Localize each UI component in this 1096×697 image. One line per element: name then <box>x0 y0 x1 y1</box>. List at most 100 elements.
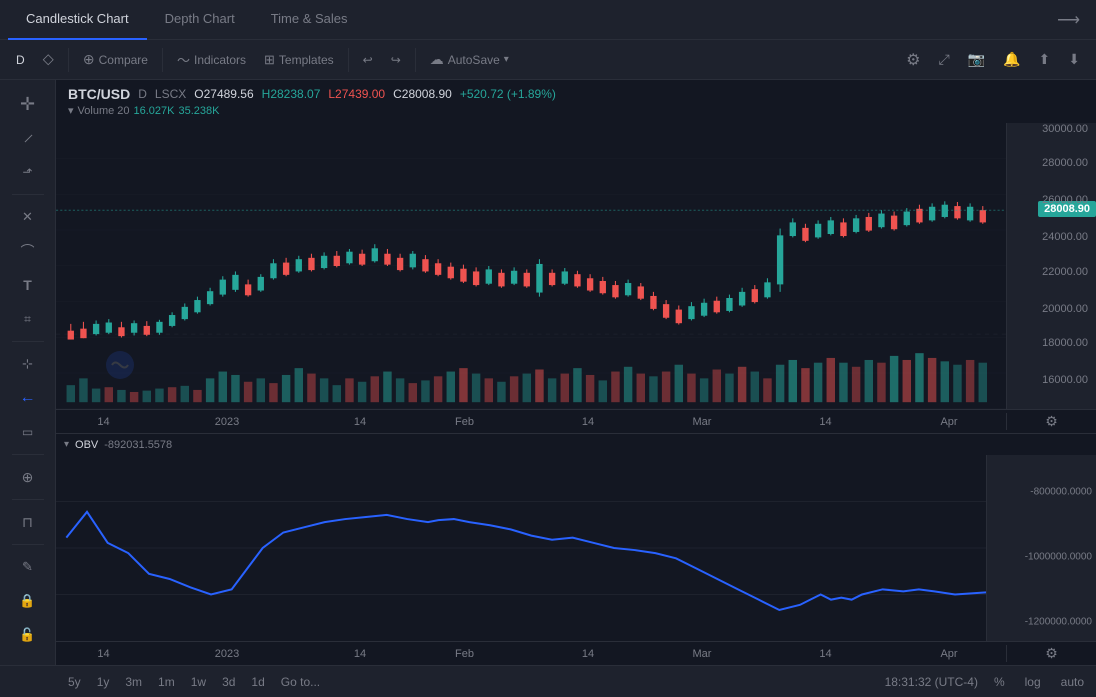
chart-svg-area: 30000.00 28000.00 28008.90 26000.00 2400… <box>56 123 1096 409</box>
obv-area: ▾ OBV -892031.5578 <box>56 433 1096 665</box>
obv-time-14a: 14 <box>97 648 109 660</box>
tab-bar-right: ⟶ <box>1049 6 1088 34</box>
screenshot-button[interactable]: 📷 <box>960 47 993 72</box>
toolbar: D ⬦ ⊕ Compare 〜 Indicators ⊞ Templates ↩… <box>0 40 1096 80</box>
price-level-18000: 18000.00 <box>1042 337 1088 349</box>
obv-scale-settings[interactable]: ⚙ <box>1006 645 1096 662</box>
undo-button[interactable]: ↩ <box>355 49 381 71</box>
goto-button[interactable]: Go to... <box>273 673 328 691</box>
auto-button[interactable]: auto <box>1057 673 1088 691</box>
timeframe-button[interactable]: D <box>8 49 33 71</box>
obv-level-1200k: -1200000.0000 <box>1025 617 1092 628</box>
time-scale-settings[interactable]: ⚙ <box>1006 413 1096 430</box>
tab-candlestick[interactable]: Candlestick Chart <box>8 0 147 40</box>
templates-button[interactable]: ⊞ Templates <box>256 48 342 72</box>
download-button[interactable]: ⬇ <box>1060 47 1088 72</box>
pencil-tool[interactable]: ✎ <box>10 551 46 583</box>
obv-gear-icon: ⚙ <box>1045 645 1058 662</box>
compare-label: Compare <box>99 53 148 67</box>
time-label-2023: 2023 <box>215 416 239 428</box>
price-open: O27489.56 <box>194 87 253 101</box>
tf-1d[interactable]: 1d <box>243 673 272 691</box>
time-scale-inner: 14 2023 14 Feb 14 Mar 14 Apr <box>56 410 1006 433</box>
autosave-label: AutoSave <box>448 53 500 67</box>
log-button[interactable]: log <box>1021 673 1045 691</box>
candlestick-chart[interactable] <box>56 123 1006 409</box>
sep3 <box>348 48 349 72</box>
volume-val1: 16.027K <box>134 105 175 117</box>
tf-1w[interactable]: 1w <box>183 673 214 691</box>
tf-1m[interactable]: 1m <box>150 673 183 691</box>
magnet-tool[interactable]: ⊓ <box>10 506 46 538</box>
tf-3m[interactable]: 3m <box>117 673 150 691</box>
watermark-icon <box>106 351 134 379</box>
zoom-tool[interactable]: ⊕ <box>10 461 46 493</box>
time-label-feb: Feb <box>455 416 474 428</box>
trend-line-tool[interactable]: ─ <box>3 114 51 162</box>
tool-sep1 <box>12 194 44 195</box>
obv-label-bar: ▾ OBV -892031.5578 <box>56 433 1096 455</box>
obv-time-apr: Apr <box>940 648 957 660</box>
tf-1y[interactable]: 1y <box>89 673 118 691</box>
price-low: L27439.00 <box>328 87 385 101</box>
bottom-right: 18:31:32 (UTC-4) % log auto <box>885 673 1088 691</box>
settings-button[interactable]: ⚙ <box>898 46 928 74</box>
publish-button[interactable]: ⬆ <box>1031 47 1059 72</box>
fullscreen-button[interactable]: ⤢ <box>930 47 957 72</box>
alert-button[interactable]: 🔔 <box>995 47 1028 72</box>
main-area: ✛ ─ ⬏ ✕ ⌒ T ⌗ ⊹ ← ▭ ⊕ ⊓ ✎ 🔒 🔓 BTC/USD D … <box>0 80 1096 665</box>
eraser-tool[interactable]: ✕ <box>10 201 46 233</box>
price-level-28000: 28000.00 <box>1042 157 1088 169</box>
price-level-16000: 16000.00 <box>1042 374 1088 386</box>
obv-collapse-button[interactable]: ▾ <box>64 439 69 450</box>
collapse-vol[interactable]: ▾ <box>68 104 74 117</box>
tab-bar-left: Candlestick Chart Depth Chart Time & Sal… <box>8 0 366 40</box>
left-toolbar: ✛ ─ ⬏ ✕ ⌒ T ⌗ ⊹ ← ▭ ⊕ ⊓ ✎ 🔒 🔓 <box>0 80 56 665</box>
tab-depth[interactable]: Depth Chart <box>147 0 253 40</box>
tool-sep5 <box>12 544 44 545</box>
obv-time-14d: 14 <box>819 648 831 660</box>
obv-title: OBV <box>75 439 98 451</box>
lock-tool[interactable]: 🔒 <box>10 585 46 617</box>
undo-icon: ↩ <box>363 53 373 67</box>
lock2-tool[interactable]: 🔓 <box>10 619 46 651</box>
timeframe-label: D <box>16 53 25 67</box>
obv-time-2023: 2023 <box>215 648 239 660</box>
time-label-14b: 14 <box>354 416 366 428</box>
clock-display: 18:31:32 (UTC-4) <box>885 675 978 689</box>
redo-button[interactable]: ↪ <box>383 49 409 71</box>
polyline-tool[interactable]: ⌒ <box>10 235 46 267</box>
price-close: C28008.90 <box>393 87 452 101</box>
price-scale-main: 30000.00 28000.00 28008.90 26000.00 2400… <box>1006 123 1096 409</box>
measure-tool[interactable]: ⊹ <box>10 348 46 380</box>
price-change: +520.72 (+1.89%) <box>460 87 556 101</box>
obv-scale: -800000.0000 -1000000.0000 -1200000.0000 <box>986 455 1096 641</box>
tf-5y[interactable]: 5y <box>60 673 89 691</box>
price-info: BTC/USD D LSCX O27489.56 H28238.07 L2743… <box>56 80 1096 123</box>
autosave-button[interactable]: ☁ AutoSave ▾ <box>422 47 517 72</box>
sep1 <box>68 48 69 72</box>
text-tool[interactable]: T <box>10 269 46 301</box>
chart-type-button[interactable]: ⬦ <box>35 47 62 73</box>
price-level-24000: 24000.00 <box>1042 231 1088 243</box>
ruler-tool[interactable]: ▭ <box>10 416 46 448</box>
indicators-button[interactable]: 〜 Indicators <box>169 46 254 73</box>
tool-sep2 <box>12 341 44 342</box>
obv-time-14b: 14 <box>354 648 366 660</box>
obv-time-feb: Feb <box>455 648 474 660</box>
back-tool[interactable]: ← <box>10 382 46 414</box>
time-label-14d: 14 <box>819 416 831 428</box>
collapse-right-button[interactable]: ⟶ <box>1049 6 1088 34</box>
obv-chart[interactable] <box>56 455 986 641</box>
percent-button[interactable]: % <box>990 673 1009 691</box>
compare-button[interactable]: ⊕ Compare <box>75 47 156 72</box>
tab-timesales[interactable]: Time & Sales <box>253 0 366 40</box>
price-level-22000: 22000.00 <box>1042 266 1088 278</box>
tool-sep4 <box>12 499 44 500</box>
vwap-tool[interactable]: ⌗ <box>10 303 46 335</box>
bottom-bar: 5y 1y 3m 1m 1w 3d 1d Go to... 18:31:32 (… <box>0 665 1096 697</box>
obv-level-1000k: -1000000.0000 <box>1025 552 1092 563</box>
chart-area: BTC/USD D LSCX O27489.56 H28238.07 L2743… <box>56 80 1096 665</box>
obv-time-14c: 14 <box>582 648 594 660</box>
tf-3d[interactable]: 3d <box>214 673 243 691</box>
